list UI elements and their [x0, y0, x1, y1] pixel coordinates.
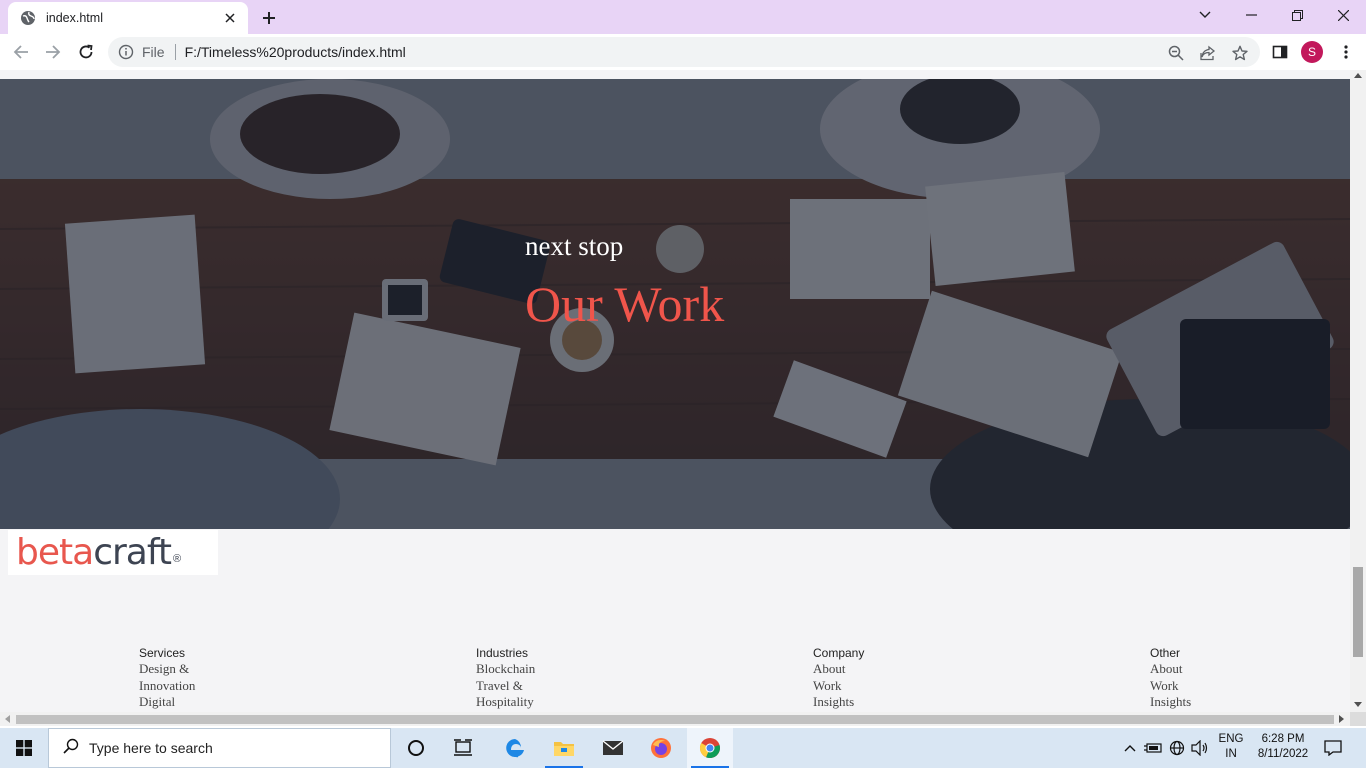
zoom-icon[interactable]	[1167, 44, 1185, 62]
footer-column-company: Company About Work Insights	[813, 645, 963, 711]
share-icon[interactable]	[1199, 44, 1217, 62]
footer-heading: Other	[1150, 646, 1181, 660]
browser-tab[interactable]: index.html	[8, 2, 248, 34]
side-panel-icon[interactable]	[1268, 40, 1292, 64]
cortana-circle-icon[interactable]	[393, 728, 439, 768]
scroll-down-arrow-icon[interactable]	[1354, 702, 1362, 707]
footer-link[interactable]: Work	[813, 678, 963, 695]
volume-icon[interactable]	[1190, 738, 1210, 758]
search-placeholder: Type here to search	[89, 740, 213, 756]
address-bar[interactable]: File F:/Timeless%20products/index.html	[108, 37, 1260, 67]
windows-taskbar: Type here to search ENG IN 6:28 PM 8/11/…	[0, 728, 1366, 768]
file-explorer-icon[interactable]	[541, 728, 587, 768]
footer-link[interactable]: Travel &	[476, 678, 626, 695]
bookmark-star-icon[interactable]	[1231, 44, 1249, 62]
close-window-button[interactable]	[1320, 0, 1366, 30]
footer-link[interactable]: Design &	[139, 661, 289, 678]
footer-link[interactable]: Hospitality	[476, 694, 626, 711]
system-clock[interactable]: 6:28 PM 8/11/2022	[1252, 732, 1314, 762]
logo-wordmark: betacraft	[16, 531, 172, 573]
back-arrow-icon[interactable]	[9, 40, 33, 64]
windows-start-icon[interactable]	[0, 728, 48, 768]
forward-arrow-icon[interactable]	[41, 40, 65, 64]
edge-browser-icon[interactable]	[492, 728, 538, 768]
taskbar-search-box[interactable]: Type here to search	[48, 728, 391, 768]
footer-heading: Industries	[476, 646, 529, 660]
minimize-button[interactable]	[1228, 0, 1274, 30]
horizontal-scrollbar[interactable]	[0, 712, 1350, 726]
footer-link[interactable]: Digital	[139, 694, 289, 711]
firefox-icon[interactable]	[638, 728, 684, 768]
footer-link[interactable]: Innovation	[139, 678, 289, 695]
footer-heading: Services	[139, 646, 186, 660]
hero-title: Our Work	[525, 276, 725, 332]
language-indicator[interactable]: ENG IN	[1214, 732, 1248, 762]
chrome-icon[interactable]	[687, 728, 733, 768]
mail-icon[interactable]	[590, 728, 636, 768]
globe-icon	[20, 10, 36, 26]
page-viewport: next stop Our Work betacraft ® Services …	[0, 70, 1350, 712]
tab-search-chevron-down-icon[interactable]	[1182, 0, 1228, 30]
footer-link[interactable]: About	[1150, 661, 1300, 678]
vertical-scroll-thumb[interactable]	[1353, 567, 1363, 657]
clock-date: 8/11/2022	[1257, 748, 1309, 760]
footer-link[interactable]: Insights	[813, 694, 963, 711]
footer-column-other: Other About Work Insights	[1150, 645, 1300, 711]
footer-column-services: Services Design & Innovation Digital	[139, 645, 289, 711]
betacraft-logo[interactable]: betacraft ®	[8, 530, 218, 575]
scheme-label: File	[142, 44, 165, 60]
url-text[interactable]: F:/Timeless%20products/index.html	[185, 44, 1260, 60]
scrollbar-corner	[1350, 712, 1366, 726]
omnibox-separator	[174, 44, 176, 60]
footer-link[interactable]: About	[813, 661, 963, 678]
tab-title: index.html	[46, 11, 103, 25]
more-menu-icon[interactable]	[1334, 40, 1358, 64]
scroll-up-arrow-icon[interactable]	[1354, 73, 1362, 78]
footer-link[interactable]: Insights	[1150, 694, 1300, 711]
footer-column-industries: Industries Blockchain Travel & Hospitali…	[476, 645, 626, 711]
search-icon	[63, 738, 79, 759]
clock-time: 6:28 PM	[1261, 733, 1305, 745]
chevron-up-icon[interactable]	[1120, 738, 1140, 758]
language-code: ENG	[1218, 733, 1244, 745]
new-tab-button[interactable]	[258, 7, 280, 29]
scroll-right-arrow-icon[interactable]	[1339, 715, 1344, 723]
browser-toolbar: File F:/Timeless%20products/index.html S	[0, 34, 1366, 70]
info-icon[interactable]	[118, 44, 134, 60]
network-globe-icon[interactable]	[1167, 738, 1187, 758]
close-tab-icon[interactable]	[222, 10, 238, 26]
notification-icon[interactable]	[1320, 736, 1346, 760]
footer-link[interactable]: Work	[1150, 678, 1300, 695]
reload-icon[interactable]	[74, 40, 98, 64]
browser-titlebar: index.html	[0, 0, 1366, 34]
region-code: IN	[1225, 748, 1237, 760]
footer-link[interactable]: Blockchain	[476, 661, 626, 678]
registered-mark: ®	[173, 552, 182, 565]
profile-avatar[interactable]: S	[1301, 41, 1323, 63]
battery-icon[interactable]	[1143, 738, 1163, 758]
horizontal-scroll-thumb[interactable]	[16, 715, 1334, 724]
vertical-scrollbar[interactable]	[1350, 70, 1366, 712]
footer-heading: Company	[813, 646, 865, 660]
hero-subtitle: next stop	[525, 231, 624, 261]
hero-banner: next stop Our Work	[0, 79, 1350, 529]
scroll-left-arrow-icon[interactable]	[5, 715, 10, 723]
task-view-icon[interactable]	[440, 728, 486, 768]
restore-button[interactable]	[1274, 0, 1320, 30]
